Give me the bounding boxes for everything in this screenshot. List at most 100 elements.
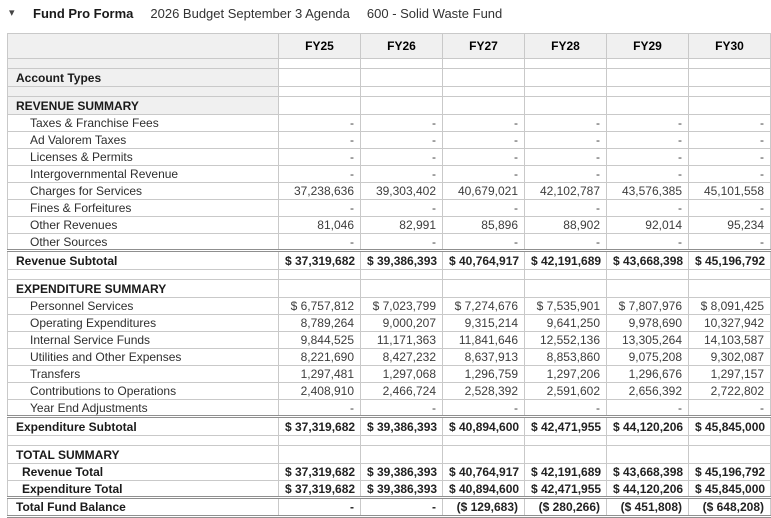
- value-cell: $ 42,471,955: [525, 417, 607, 436]
- row-label: [8, 59, 279, 69]
- value-cell: 12,552,136: [525, 332, 607, 349]
- value-cell: 8,637,913: [443, 349, 525, 366]
- value-cell: -: [525, 115, 607, 132]
- value-cell: -: [361, 115, 443, 132]
- value-cell: -: [689, 132, 771, 149]
- value-cell: -: [361, 234, 443, 251]
- row-internal-service-funds: Internal Service Funds9,844,52511,171,36…: [8, 332, 771, 349]
- value-cell: $ 45,196,792: [689, 251, 771, 270]
- row-other-sources: Other Sources------: [8, 234, 771, 251]
- value-cell: $ 43,668,398: [607, 251, 689, 270]
- row-label: Taxes & Franchise Fees: [8, 115, 279, 132]
- value-cell: 39,303,402: [361, 183, 443, 200]
- row-label: Transfers: [8, 366, 279, 383]
- row-label: Contributions to Operations: [8, 383, 279, 400]
- row-label: Operating Expenditures: [8, 315, 279, 332]
- value-cell: $ 7,274,676: [443, 298, 525, 315]
- value-cell: [525, 270, 607, 280]
- value-cell: -: [525, 234, 607, 251]
- row-label: EXPENDITURE SUMMARY: [8, 280, 279, 298]
- value-cell: 11,841,646: [443, 332, 525, 349]
- row-revenue-total: Revenue Total$ 37,319,682$ 39,386,393$ 4…: [8, 464, 771, 481]
- value-cell: -: [525, 200, 607, 217]
- value-cell: [443, 436, 525, 446]
- value-cell: -: [279, 132, 361, 149]
- spacer-row: [8, 436, 771, 446]
- value-cell: ($ 451,808): [607, 498, 689, 517]
- row-account-types: Account Types: [8, 69, 771, 87]
- value-cell: 2,722,802: [689, 383, 771, 400]
- value-cell: [361, 87, 443, 97]
- row-label: Personnel Services: [8, 298, 279, 315]
- value-cell: 88,902: [525, 217, 607, 234]
- value-cell: $ 40,764,917: [443, 251, 525, 270]
- value-cell: -: [689, 115, 771, 132]
- row-label: Expenditure Total: [8, 481, 279, 498]
- value-cell: -: [279, 166, 361, 183]
- column-header-fy25: FY25: [279, 34, 361, 59]
- value-cell: $ 45,845,000: [689, 481, 771, 498]
- value-cell: -: [443, 149, 525, 166]
- collapse-triangle-icon[interactable]: ▾: [9, 8, 23, 19]
- value-cell: -: [689, 166, 771, 183]
- value-cell: [689, 436, 771, 446]
- row-ad-valorem-taxes: Ad Valorem Taxes------: [8, 132, 771, 149]
- row-label: Charges for Services: [8, 183, 279, 200]
- value-cell: $ 7,023,799: [361, 298, 443, 315]
- value-cell: [607, 69, 689, 87]
- value-cell: $ 45,196,792: [689, 464, 771, 481]
- value-cell: -: [525, 166, 607, 183]
- value-cell: -: [607, 166, 689, 183]
- value-cell: [361, 280, 443, 298]
- value-cell: 2,656,392: [607, 383, 689, 400]
- value-cell: [689, 87, 771, 97]
- value-cell: -: [689, 149, 771, 166]
- row-label: Other Sources: [8, 234, 279, 251]
- fund-name: 600 - Solid Waste Fund: [367, 6, 502, 21]
- value-cell: [361, 446, 443, 464]
- value-cell: 43,576,385: [607, 183, 689, 200]
- value-cell: -: [525, 132, 607, 149]
- value-cell: 2,528,392: [443, 383, 525, 400]
- value-cell: [525, 446, 607, 464]
- value-cell: -: [361, 149, 443, 166]
- row-expenditure-subtotal: Expenditure Subtotal$ 37,319,682$ 39,386…: [8, 417, 771, 436]
- value-cell: [361, 59, 443, 69]
- value-cell: 85,896: [443, 217, 525, 234]
- value-cell: -: [689, 234, 771, 251]
- value-cell: $ 44,120,206: [607, 417, 689, 436]
- value-cell: [525, 59, 607, 69]
- row-other-revenues: Other Revenues81,04682,99185,89688,90292…: [8, 217, 771, 234]
- value-cell: $ 39,386,393: [361, 481, 443, 498]
- value-cell: [525, 87, 607, 97]
- row-charges-for-services: Charges for Services37,238,63639,303,402…: [8, 183, 771, 200]
- value-cell: [443, 59, 525, 69]
- value-cell: $ 37,319,682: [279, 417, 361, 436]
- report-header: ▾ Fund Pro Forma 2026 Budget September 3…: [0, 0, 771, 26]
- row-label: Account Types: [8, 69, 279, 87]
- value-cell: 40,679,021: [443, 183, 525, 200]
- row-utilities-and-other-expenses: Utilities and Other Expenses8,221,6908,4…: [8, 349, 771, 366]
- value-cell: [443, 280, 525, 298]
- row-label: Revenue Subtotal: [8, 251, 279, 270]
- value-cell: [361, 436, 443, 446]
- value-cell: 9,844,525: [279, 332, 361, 349]
- column-header-fy28: FY28: [525, 34, 607, 59]
- column-header-fy29: FY29: [607, 34, 689, 59]
- value-cell: [607, 59, 689, 69]
- column-header-fy30: FY30: [689, 34, 771, 59]
- value-cell: 9,315,214: [443, 315, 525, 332]
- value-cell: 13,305,264: [607, 332, 689, 349]
- value-cell: 1,297,068: [361, 366, 443, 383]
- value-cell: [525, 69, 607, 87]
- value-cell: 42,102,787: [525, 183, 607, 200]
- value-cell: 81,046: [279, 217, 361, 234]
- value-cell: -: [443, 166, 525, 183]
- value-cell: [607, 97, 689, 115]
- value-cell: -: [279, 498, 361, 517]
- row-label: Total Fund Balance: [8, 498, 279, 517]
- value-cell: $ 39,386,393: [361, 417, 443, 436]
- row-label: Internal Service Funds: [8, 332, 279, 349]
- row-revenue-summary: REVENUE SUMMARY: [8, 97, 771, 115]
- value-cell: [361, 69, 443, 87]
